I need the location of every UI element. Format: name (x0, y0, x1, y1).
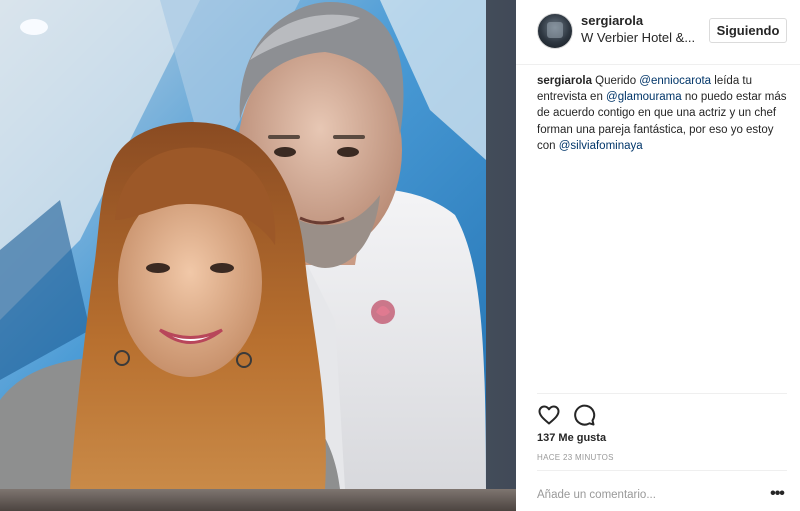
like-count[interactable]: 137 Me gusta (537, 432, 606, 444)
mention-link[interactable]: @silviafominaya (559, 140, 643, 152)
post-caption: sergiarola Querido @enniocarota leída tu… (537, 73, 787, 154)
post-header: sergiarola W Verbier Hotel &... Siguiend… (516, 0, 800, 65)
avatar[interactable] (537, 13, 573, 49)
mention-link[interactable]: @enniocarota (639, 75, 711, 87)
post-timestamp[interactable]: HACE 23 MINUTOS (537, 453, 614, 462)
post-sidebar: sergiarola W Verbier Hotel &... Siguiend… (516, 0, 800, 511)
comment-input[interactable] (537, 485, 757, 505)
post-photo[interactable] (0, 0, 486, 489)
header-username[interactable]: sergiarola (581, 13, 643, 28)
media-bottom-strip (0, 489, 516, 511)
comment-bubble-icon[interactable] (572, 403, 596, 427)
post-media[interactable] (0, 0, 516, 511)
location-link[interactable]: W Verbier Hotel &... (581, 30, 701, 45)
caption-text: Querido (591, 75, 640, 87)
following-button[interactable]: Siguiendo (709, 18, 787, 43)
ellipsis-icon[interactable]: ••• (767, 484, 787, 504)
heart-icon[interactable] (537, 403, 561, 427)
caption-author[interactable]: sergiarola (537, 75, 592, 87)
action-bar (537, 393, 787, 432)
mention-link[interactable]: @glamourama (606, 91, 682, 103)
comment-section: ••• (537, 470, 787, 511)
selfie-image (0, 0, 486, 489)
